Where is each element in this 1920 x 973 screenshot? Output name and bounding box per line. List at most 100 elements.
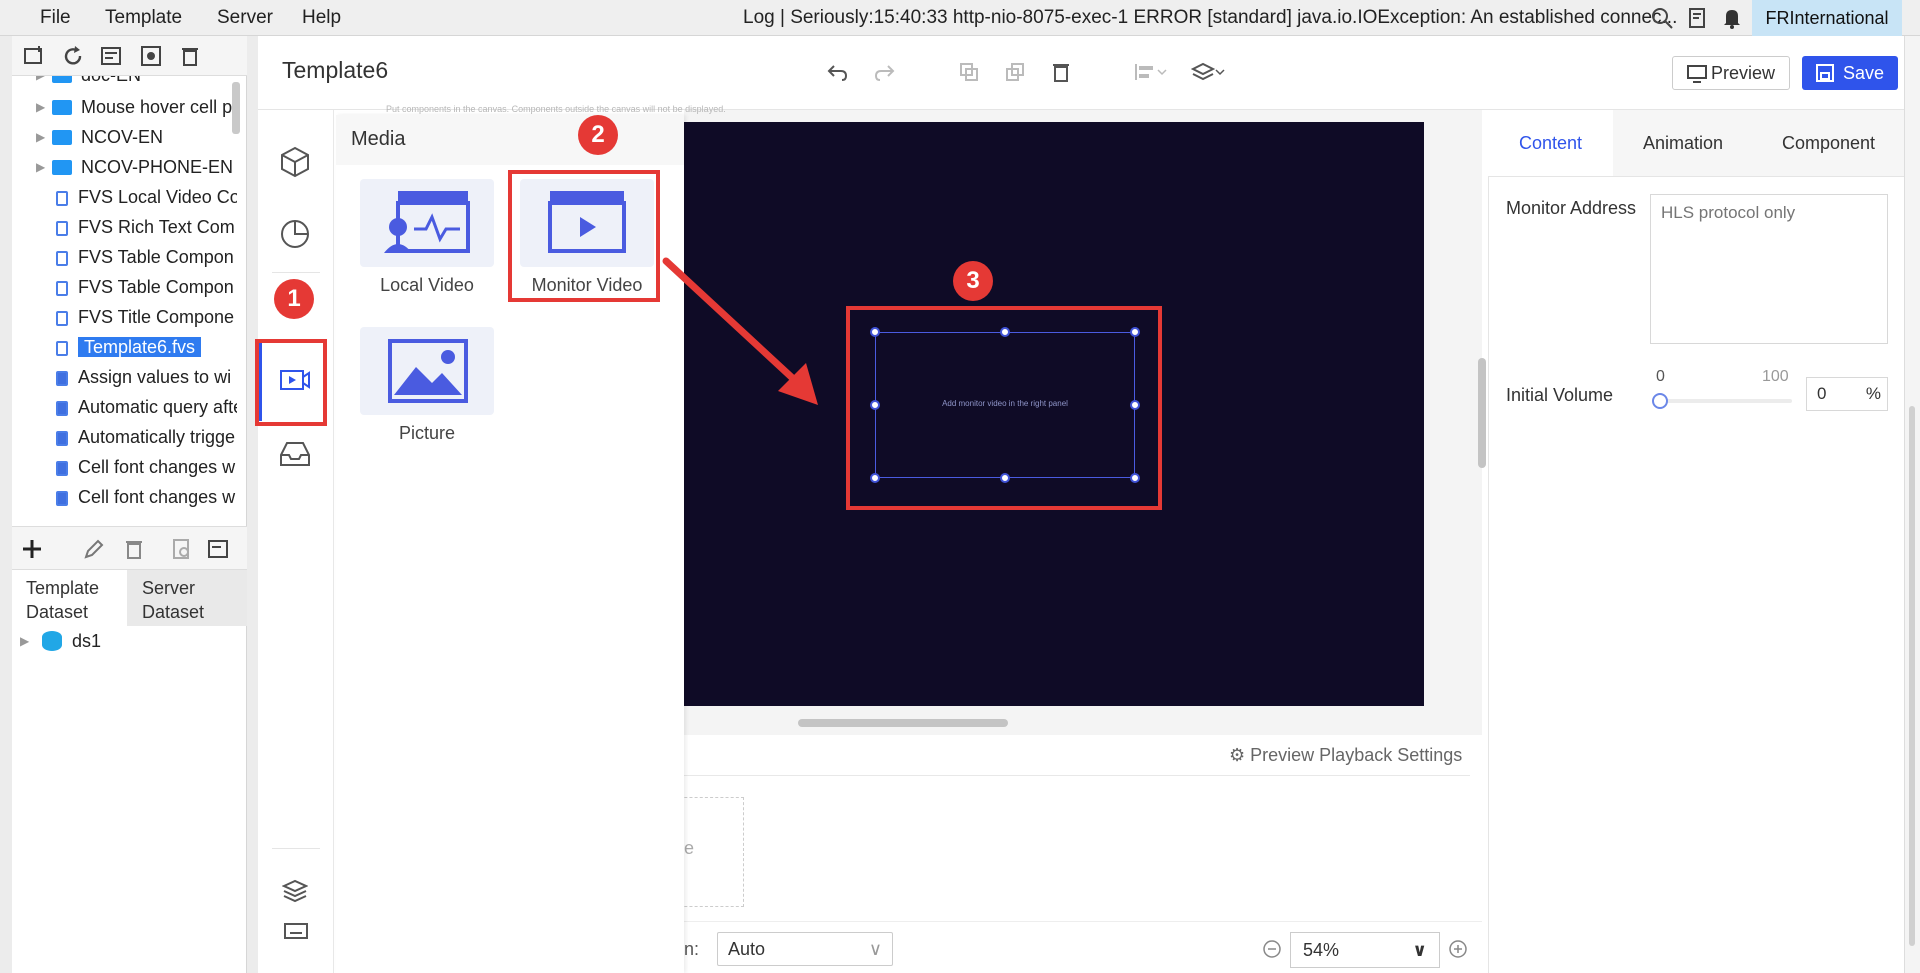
picture-label: Picture — [398, 423, 456, 443]
tree-file[interactable]: FVS Local Video Co — [36, 182, 237, 212]
canvas-hint: Put components in the canvas. Components… — [386, 104, 726, 114]
tab-template-dataset[interactable]: Template Dataset — [12, 570, 127, 626]
delete-icon[interactable] — [178, 44, 202, 68]
tree-folder[interactable]: ▶doc-EN — [36, 76, 237, 90]
tree-file[interactable]: FVS Rich Text Com — [36, 212, 237, 242]
pie-chart-icon[interactable] — [278, 217, 312, 251]
dataset-toolbar — [12, 526, 247, 570]
bring-forward-icon[interactable] — [957, 60, 981, 84]
zoom-out-icon[interactable] — [1262, 939, 1282, 959]
tree-file-selected[interactable]: Template6.fvs — [36, 332, 237, 362]
tab-component[interactable]: Component — [1753, 110, 1904, 176]
expand-caret-icon[interactable]: ▶ — [36, 76, 45, 90]
align-icon[interactable] — [1133, 60, 1167, 84]
tree-folder[interactable]: ▶ NCOV-PHONE-EN — [36, 152, 237, 182]
adapt-select[interactable]: Auto ∨ — [717, 932, 893, 966]
edit-icon[interactable] — [82, 537, 106, 561]
tree-file[interactable]: Assign values to wi — [36, 362, 237, 392]
folder-icon — [52, 76, 72, 83]
picture-card[interactable]: Picture — [360, 327, 500, 452]
dataset-settings-icon[interactable] — [206, 537, 230, 561]
notes-icon[interactable] — [1686, 6, 1710, 30]
log-message[interactable]: Log | Seriously:15:40:33 http-nio-8075-e… — [743, 0, 1677, 36]
folder-icon — [52, 130, 72, 145]
preview-label: Preview — [1710, 63, 1775, 83]
tab-server-dataset[interactable]: Server Dataset — [128, 570, 247, 626]
save-label: Save — [1842, 63, 1884, 83]
expand-caret-icon[interactable]: ▶ — [36, 122, 45, 152]
monitor-address-label: Monitor Address — [1506, 198, 1637, 218]
save-button[interactable]: Save — [1802, 56, 1898, 90]
divider — [272, 848, 320, 849]
fvs-file-icon — [56, 251, 68, 266]
tree-file[interactable]: Automatic query afte — [36, 392, 237, 422]
settings-icon[interactable] — [139, 44, 163, 68]
add-dataset-icon[interactable] — [20, 537, 44, 561]
tree-folder[interactable]: ▶ Mouse hover cell pi — [36, 92, 237, 122]
expand-caret-icon[interactable]: ▶ — [36, 92, 45, 122]
add-page-box[interactable]: ge — [674, 797, 744, 907]
menu-file[interactable]: File — [40, 0, 71, 36]
fvs-file-icon — [56, 221, 68, 236]
bottom-settings: ⚙ Preview Playback Settings ge n: Auto ∨… — [674, 735, 1482, 973]
zoom-select[interactable]: 54% ∨ — [1290, 932, 1440, 968]
trash-icon[interactable] — [1049, 60, 1073, 84]
send-backward-icon[interactable] — [1003, 60, 1027, 84]
layers-icon[interactable] — [282, 877, 308, 903]
local-video-label: Local Video — [380, 275, 474, 295]
undo-icon[interactable] — [825, 60, 849, 84]
annotation-box-3 — [846, 306, 1162, 510]
menu-server[interactable]: Server — [217, 0, 273, 36]
canvas-vertical-scrollbar[interactable] — [1478, 358, 1486, 468]
keyboard-icon[interactable] — [284, 922, 308, 940]
template-icon[interactable] — [99, 44, 123, 68]
search-icon[interactable] — [1650, 6, 1674, 30]
report-file-icon — [56, 431, 68, 446]
dataset-item[interactable]: ▶ ds1 — [20, 626, 230, 656]
fvs-file-icon — [56, 191, 68, 206]
slider-min-label: 0 — [1656, 368, 1665, 385]
layers-dropdown-icon[interactable] — [1191, 60, 1225, 84]
gear-icon: ⚙ — [1229, 745, 1246, 765]
new-folder-icon[interactable] — [22, 44, 46, 68]
tree-file[interactable]: FVS Table Compon — [36, 272, 237, 302]
window-scrollbar[interactable] — [1904, 36, 1920, 973]
tree-file[interactable]: FVS Table Compon — [36, 242, 237, 272]
divider — [684, 775, 1470, 776]
preview-playback-settings[interactable]: ⚙ Preview Playback Settings — [1229, 745, 1462, 766]
volume-slider-track[interactable] — [1662, 399, 1792, 403]
window-scrollbar-thumb[interactable] — [1909, 406, 1915, 946]
canvas-horizontal-scrollbar[interactable] — [798, 719, 1008, 727]
delete-dataset-icon[interactable] — [122, 537, 146, 561]
monitor-address-input[interactable] — [1650, 194, 1888, 344]
tab-animation[interactable]: Animation — [1613, 110, 1753, 176]
inbox-icon[interactable] — [278, 437, 312, 471]
preview-button[interactable]: Preview — [1672, 56, 1790, 90]
tree-scrollbar[interactable] — [232, 82, 240, 134]
divider — [272, 272, 320, 273]
divider — [1489, 176, 1905, 177]
tree-file[interactable]: Automatically trigge — [36, 422, 237, 452]
tree-file[interactable]: FVS Title Compone — [36, 302, 237, 332]
tree-file[interactable]: Cell font changes w — [36, 452, 237, 482]
refresh-icon[interactable] — [61, 44, 85, 68]
local-video-icon — [384, 191, 470, 253]
redo-icon[interactable] — [873, 60, 897, 84]
tree-file[interactable]: Cell font changes w — [36, 482, 237, 512]
3d-cube-icon[interactable] — [278, 145, 312, 179]
monitor-icon — [1687, 65, 1707, 83]
menu-template[interactable]: Template — [105, 0, 182, 36]
bell-icon[interactable] — [1720, 6, 1744, 30]
slider-max-label: 100 — [1762, 368, 1789, 385]
zoom-in-icon[interactable] — [1448, 939, 1468, 959]
expand-caret-icon[interactable]: ▶ — [36, 152, 45, 182]
tree-folder[interactable]: ▶ NCOV-EN — [36, 122, 237, 152]
tab-content[interactable]: Content — [1488, 110, 1613, 176]
volume-slider-thumb[interactable] — [1652, 393, 1668, 409]
menu-help[interactable]: Help — [302, 0, 341, 36]
local-video-card[interactable]: Local Video — [360, 179, 500, 304]
user-name[interactable]: FRInternational — [1752, 0, 1902, 36]
volume-input[interactable]: 0 % — [1806, 377, 1888, 411]
expand-caret-icon[interactable]: ▶ — [20, 626, 29, 656]
preview-dataset-icon[interactable] — [170, 537, 194, 561]
